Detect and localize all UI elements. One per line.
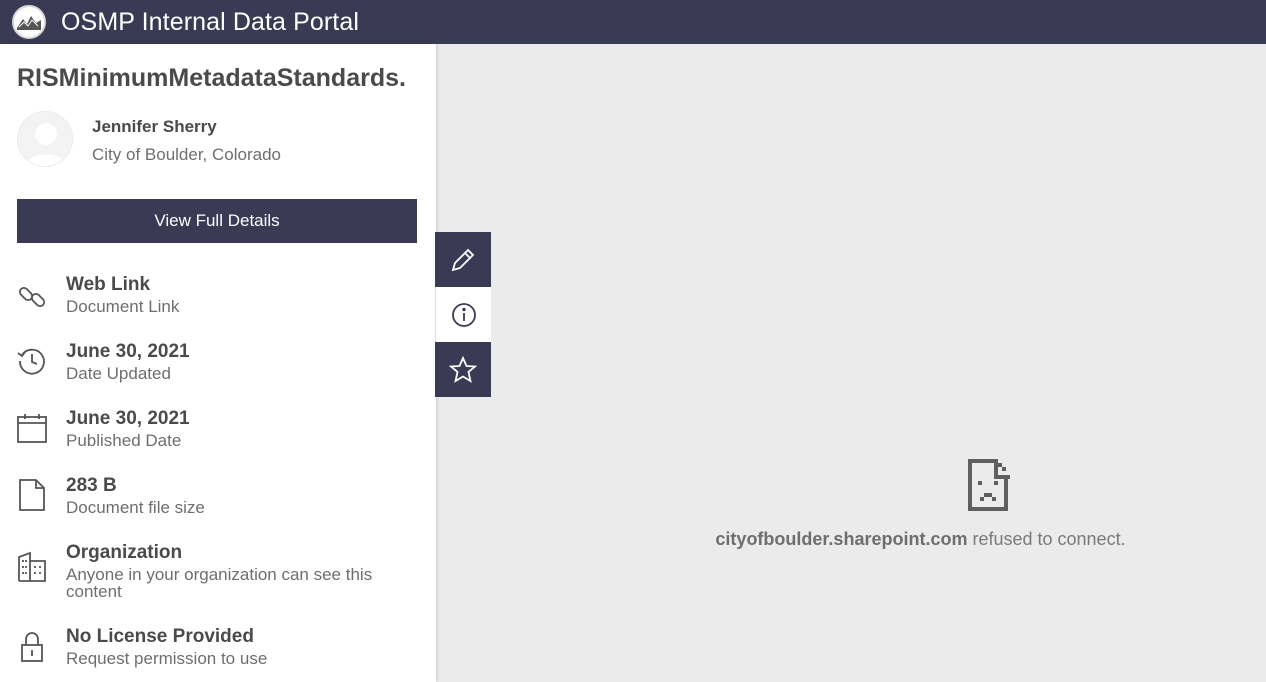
- info-sub: Request permission to use: [66, 649, 268, 668]
- info-main: Organization: [66, 542, 183, 563]
- info-sub: Anyone in your organization can see this…: [66, 565, 373, 601]
- embed-error: cityofboulder.sharepoint.com refused to …: [700, 455, 1266, 550]
- view-full-details-button[interactable]: View Full Details: [17, 199, 417, 243]
- building-icon: [15, 550, 49, 584]
- side-toolbar: [435, 232, 491, 397]
- item-title: RISMinimumMetadataStandards.: [17, 64, 406, 92]
- info-main: June 30, 2021: [66, 341, 190, 362]
- item-details-panel: RISMinimumMetadataStandards. Jennifer Sh…: [0, 44, 436, 682]
- pencil-icon: [451, 248, 475, 271]
- error-text: refused to connect.: [967, 529, 1126, 549]
- favorite-button[interactable]: [435, 342, 491, 397]
- details-button[interactable]: [435, 287, 491, 342]
- info-sub: Document Link: [66, 297, 180, 316]
- logo-icon[interactable]: [12, 5, 46, 39]
- info-sub: Document file size: [66, 498, 205, 517]
- link-icon: [15, 280, 49, 314]
- info-main: 283 B: [66, 475, 117, 496]
- info-sub: Published Date: [66, 431, 182, 450]
- error-host: cityofboulder.sharepoint.com: [715, 529, 968, 549]
- file-icon: [15, 478, 49, 512]
- edit-button[interactable]: [435, 232, 491, 287]
- sad-document-icon: [968, 459, 1010, 511]
- lock-icon: [15, 630, 49, 664]
- info-icon: [451, 302, 476, 327]
- calendar-icon: [15, 411, 49, 445]
- owner-name[interactable]: Jennifer Sherry: [92, 117, 217, 137]
- avatar[interactable]: [17, 111, 73, 167]
- app-title[interactable]: OSMP Internal Data Portal: [61, 8, 359, 37]
- top-bar: OSMP Internal Data Portal: [0, 0, 1266, 44]
- star-icon: [449, 355, 477, 383]
- history-icon: [15, 344, 49, 378]
- info-sub: Date Updated: [66, 364, 171, 383]
- owner-organization: City of Boulder, Colorado: [92, 145, 281, 164]
- error-message: cityofboulder.sharepoint.com refused to …: [565, 529, 1266, 550]
- info-main: No License Provided: [66, 626, 254, 647]
- info-main: Web Link: [66, 274, 151, 295]
- info-main: June 30, 2021: [66, 408, 190, 429]
